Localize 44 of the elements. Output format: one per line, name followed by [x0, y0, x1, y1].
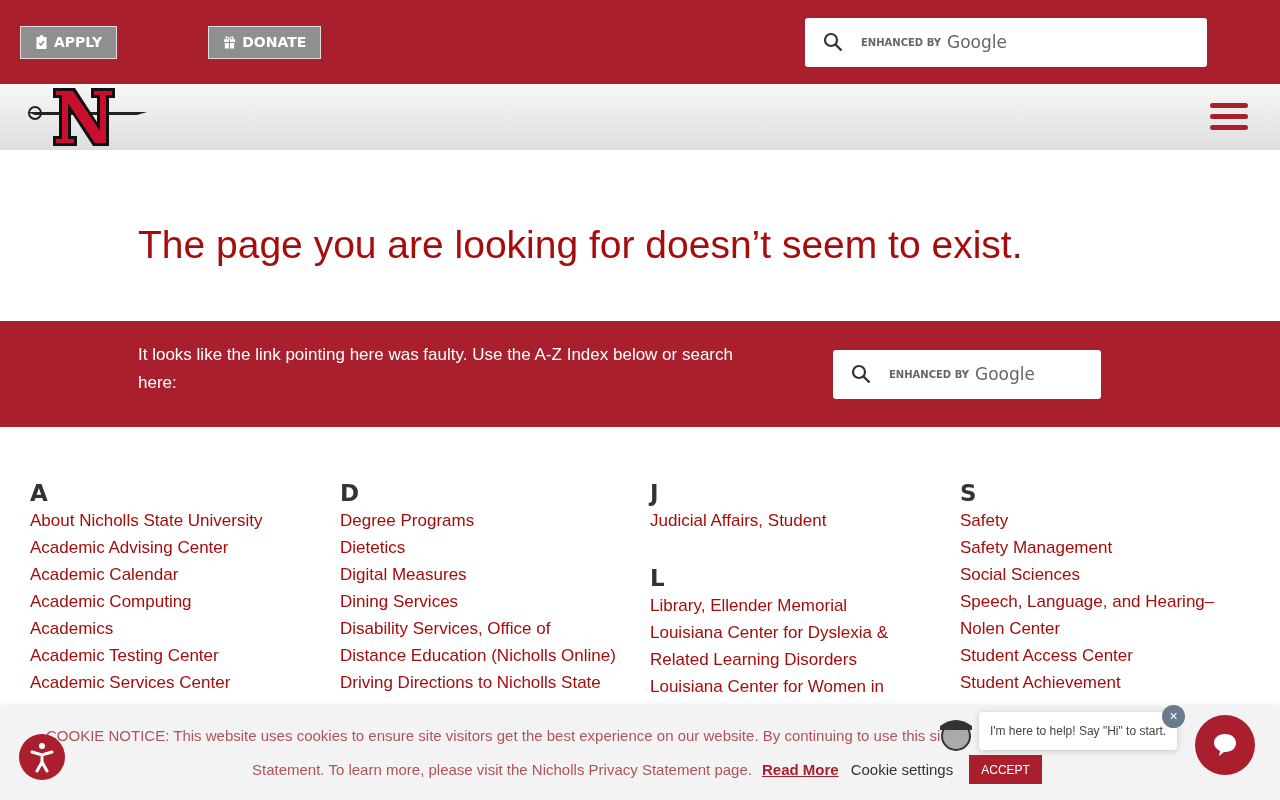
index-link[interactable]: Dietetics: [340, 534, 406, 561]
index-link[interactable]: Student Access Center: [960, 642, 1133, 669]
index-link[interactable]: Library, Ellender Memorial: [650, 592, 848, 619]
index-link[interactable]: About Nicholls State University: [30, 507, 263, 534]
cookie-notice-text: Statement. To learn more, please visit the Nicholls Privacy Statement page.: [252, 761, 752, 778]
close-button[interactable]: ×: [1162, 705, 1185, 728]
index-link[interactable]: Dining Services: [340, 588, 459, 615]
accept-button[interactable]: ACCEPT: [969, 755, 1042, 784]
index-link[interactable]: Louisiana Center for Dyslexia & Related Learning Disorders: [650, 619, 945, 673]
index-link[interactable]: Judicial Affairs, Student: [650, 507, 827, 534]
menu-icon[interactable]: [1210, 103, 1248, 131]
index-letter: S: [960, 479, 978, 507]
index-link[interactable]: Safety Management: [960, 534, 1113, 561]
index-link[interactable]: Disability Services, Office of: [340, 615, 551, 642]
index-link[interactable]: Speech, Language, and Hearing–Nolen Center: [960, 588, 1255, 642]
page-heading: The page you are looking for doesn’t seem to exist.: [138, 222, 1023, 267]
index-letter: A: [30, 479, 49, 507]
index-letter: J: [650, 479, 660, 507]
search-field[interactable]: ENHANCED BY Google: [805, 17, 1207, 67]
search-icon: [823, 32, 843, 52]
index-link[interactable]: Academic Services Center: [30, 669, 231, 696]
index-link[interactable]: Louisiana Center for Women in: [650, 673, 885, 700]
index-link[interactable]: Academic Computing: [30, 588, 192, 615]
index-letter: L: [650, 564, 666, 592]
chat-icon[interactable]: [1195, 715, 1255, 775]
notice-text: It looks like the link pointing here was faulty. Use the A-Z Index below or search here:: [138, 344, 734, 394]
index-link[interactable]: Digital Measures: [340, 561, 467, 588]
index-link[interactable]: Distance Education (Nicholls Online): [340, 642, 616, 669]
search-field[interactable]: ENHANCED BY Google: [833, 349, 1101, 399]
index-letter: D: [340, 479, 361, 507]
cookie-settings-link[interactable]: Cookie settings: [850, 761, 954, 778]
index-link[interactable]: Academic Advising Center: [30, 534, 229, 561]
index-link[interactable]: Social Sciences: [960, 561, 1080, 588]
index-link[interactable]: Safety: [960, 507, 1009, 534]
index-link[interactable]: Academic Testing Center: [30, 642, 219, 669]
index-link[interactable]: Driving Directions to Nicholls State: [340, 669, 601, 696]
index-link[interactable]: Student Achievement: [960, 669, 1121, 696]
index-link[interactable]: Academics: [30, 615, 114, 642]
search-icon: [851, 364, 871, 384]
index-link[interactable]: Academic Calendar: [30, 561, 179, 588]
read-more-link[interactable]: Read More: [761, 761, 839, 778]
gift-icon: [223, 35, 237, 49]
index-link[interactable]: Degree Programs: [340, 507, 475, 534]
clipboard-icon: [35, 35, 48, 49]
